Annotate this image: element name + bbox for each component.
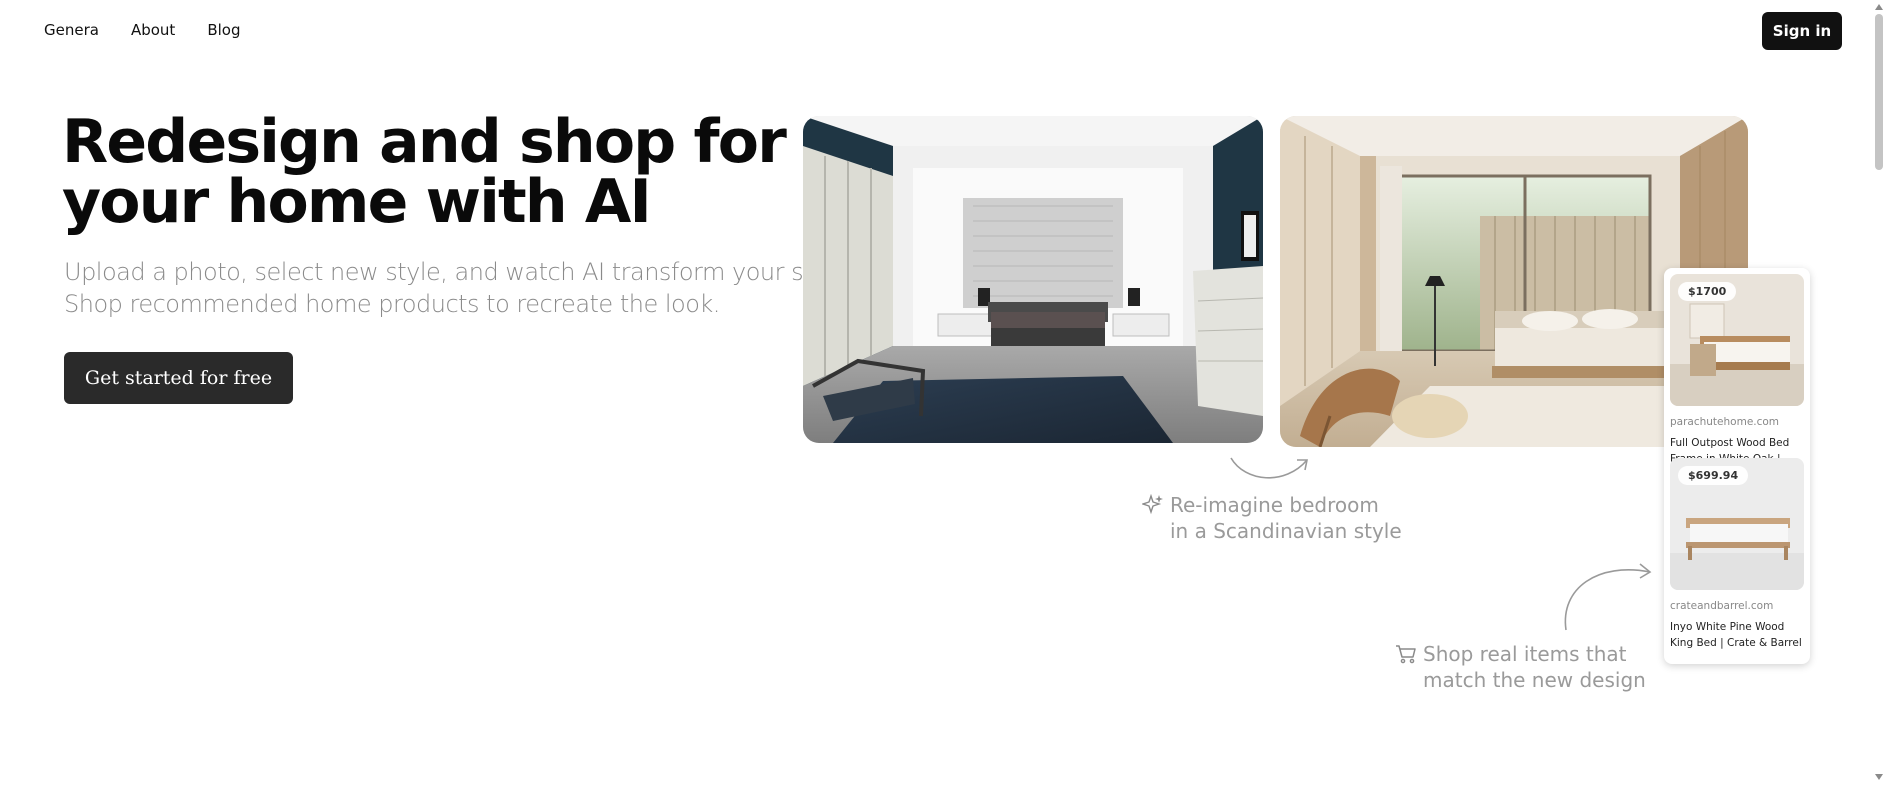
reimagine-line-1: Re-imagine bedroom — [1170, 493, 1379, 517]
hero-subtitle-line-2: Shop recommended home products to recrea… — [64, 290, 720, 318]
original-bedroom-illustration — [803, 116, 1263, 443]
page: Genera About Blog Sign in Redesign and s… — [0, 0, 1888, 786]
product-domain-1: parachutehome.com — [1670, 416, 1780, 428]
nav-link-genera[interactable]: Genera — [44, 21, 99, 39]
price-tag-1: $1700 — [1678, 282, 1737, 301]
nav-links: Genera About Blog — [44, 21, 240, 39]
product-image-2[interactable]: $699.94 — [1670, 458, 1804, 590]
curved-arrow-to-redesign — [1230, 457, 1308, 479]
hero-subtitle: Upload a photo, select new style, and wa… — [64, 256, 867, 320]
product-item-2[interactable]: $699.94 crateandbarrel.com Inyo White Pi… — [1670, 458, 1804, 651]
original-bedroom-photo — [803, 116, 1263, 443]
cart-icon — [1396, 645, 1416, 664]
hero-title: Redesign and shop for your home with AI — [62, 107, 787, 237]
product-item-1[interactable]: $1700 parachutehome.com Full Outpost Woo… — [1670, 274, 1804, 483]
shop-line-1: Shop real items that — [1423, 642, 1627, 666]
shop-line-2: match the new design — [1423, 668, 1646, 692]
scrollbar-thumb[interactable] — [1875, 14, 1883, 170]
get-started-button[interactable]: Get started for free — [64, 352, 293, 404]
product-title-2[interactable]: Inyo White Pine Wood King Bed | Crate & … — [1670, 619, 1804, 651]
product-domain-2: crateandbarrel.com — [1670, 600, 1774, 612]
shop-annotation: Shop real items that match the new desig… — [1396, 641, 1646, 693]
nav-link-about[interactable]: About — [131, 21, 175, 39]
reimagine-annotation: Re-imagine bedroom in a Scandinavian sty… — [1142, 492, 1402, 544]
product-card: $1700 parachutehome.com Full Outpost Woo… — [1664, 268, 1810, 664]
product-image-1[interactable]: $1700 — [1670, 274, 1804, 406]
top-nav: Genera About Blog Sign in — [0, 0, 1870, 62]
scroll-down-arrow-icon[interactable] — [1874, 772, 1884, 782]
curved-arrow-to-products — [1564, 563, 1652, 631]
reimagine-line-2: in a Scandinavian style — [1170, 519, 1402, 543]
hero-subtitle-line-1: Upload a photo, select new style, and wa… — [64, 258, 867, 286]
price-tag-2: $699.94 — [1678, 466, 1749, 485]
nav-link-blog[interactable]: Blog — [207, 21, 240, 39]
scroll-up-arrow-icon[interactable] — [1874, 2, 1884, 12]
page-scrollbar[interactable] — [1870, 0, 1888, 786]
sign-in-button[interactable]: Sign in — [1762, 12, 1842, 50]
sparkle-icon — [1142, 494, 1163, 515]
